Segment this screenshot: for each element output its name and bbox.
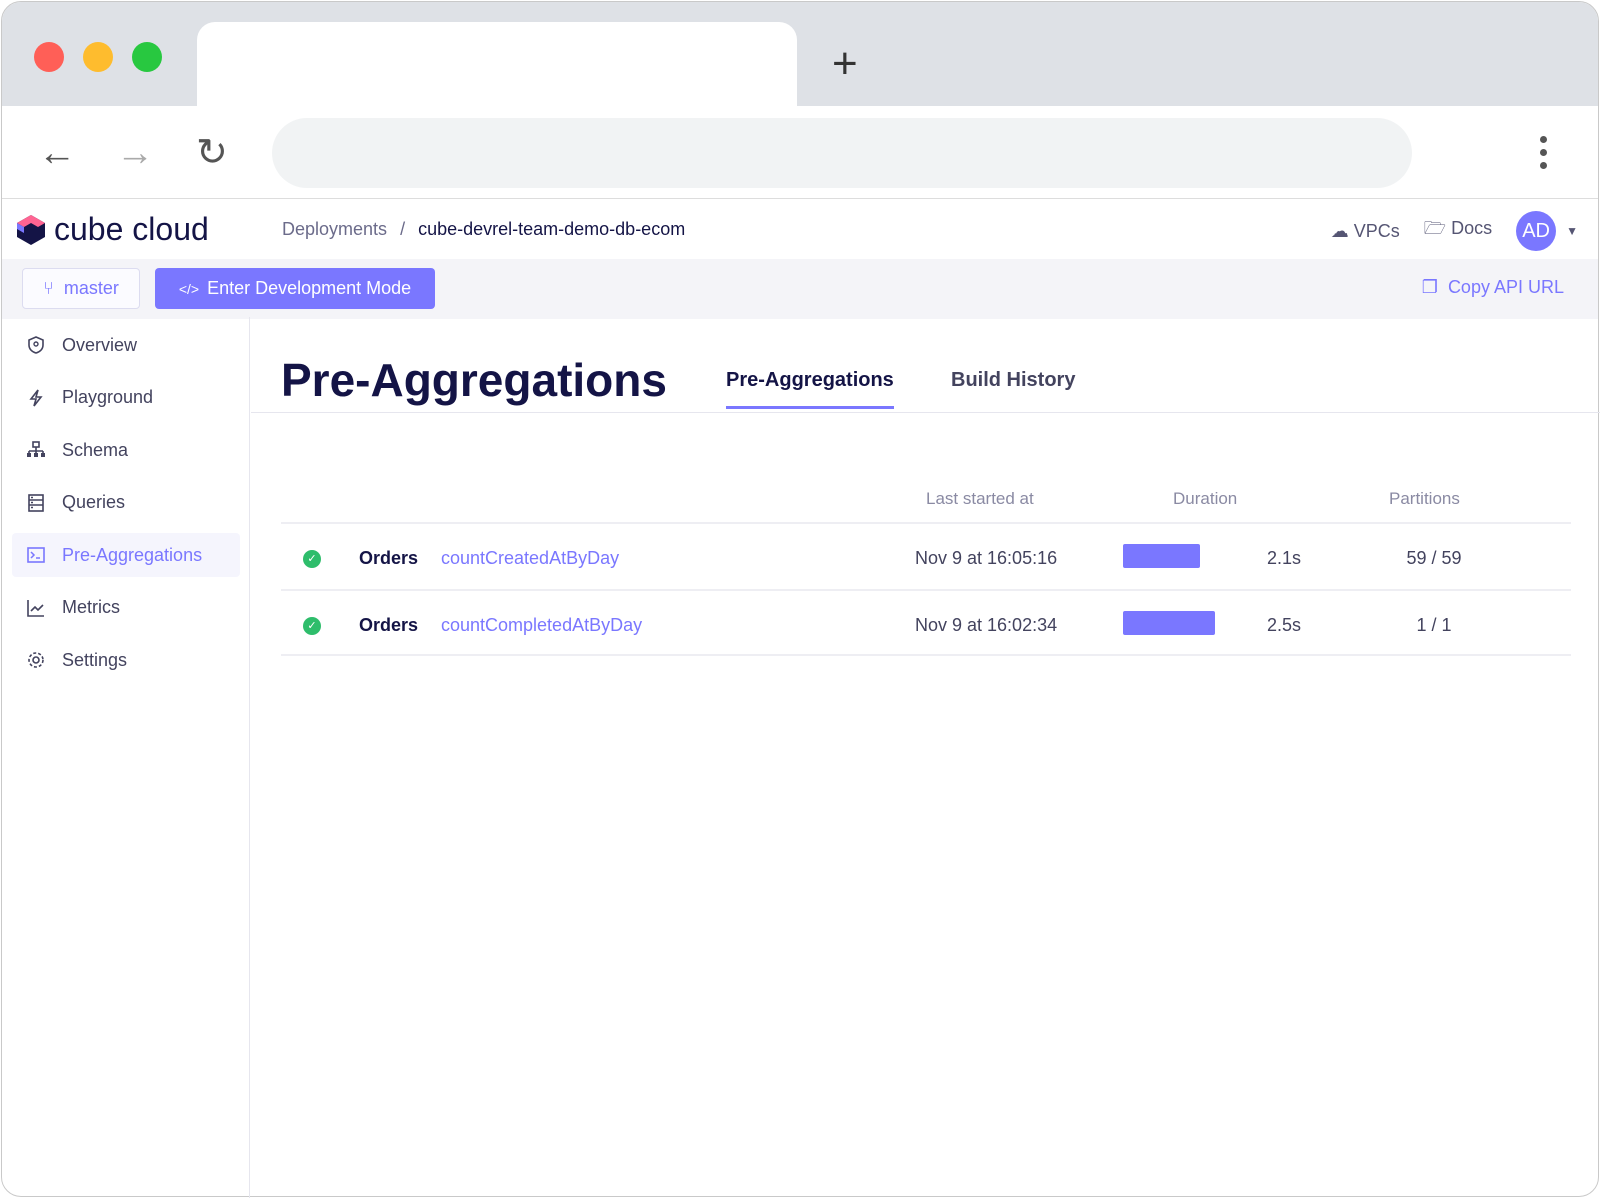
success-check-icon: ✓ [303, 617, 321, 635]
column-header-partitions[interactable]: Partitions [1389, 489, 1460, 509]
code-icon: </> [178, 280, 200, 297]
last-started-at: Nov 9 at 16:05:16 [915, 548, 1058, 568]
pre-aggregation-link[interactable]: countCompletedAtByDay [441, 615, 642, 636]
sidebar-item-label: Pre-Aggregations [62, 544, 203, 565]
logo-text: cube cloud [54, 211, 209, 247]
folder-icon: 🗁 [1423, 218, 1447, 238]
enter-development-mode-button[interactable]: </> Enter Development Mode [155, 268, 435, 309]
sidebar-item-label: Metrics [62, 597, 120, 617]
lightning-icon [29, 389, 43, 406]
forward-arrow-icon[interactable]: → [116, 134, 154, 172]
docs-link[interactable]: 🗁 Docs [1424, 216, 1492, 246]
cube-name: Orders [359, 548, 419, 568]
sidebar-item-schema[interactable]: Schema [12, 428, 240, 472]
page-tabs: Pre-Aggregations Pre-Aggregations Build … [251, 317, 1600, 413]
sidebar-item-label: Settings [62, 649, 128, 670]
list-icon [28, 493, 44, 512]
sidebar: Overview Playground Schema Queries Pre-Aggre… [0, 317, 250, 1198]
chevron-down-icon[interactable]: ▼ [1566, 224, 1578, 238]
sidebar-item-settings[interactable]: Settings [12, 638, 240, 682]
table-row[interactable]: ✓ Orders countCreatedAtByDay Nov 9 at 16:05… [281, 522, 1571, 589]
branch-selector-button[interactable]: ⑂ master [22, 268, 140, 309]
breadcrumb-deployments[interactable]: Deployments [282, 219, 387, 239]
success-check-icon: ✓ [303, 550, 321, 568]
last-started-at: Nov 9 at 16:02:34 [915, 615, 1058, 635]
sidebar-item-overview[interactable]: Overview [12, 323, 240, 367]
sidebar-item-queries[interactable]: Queries [12, 481, 240, 525]
dev-mode-label: Enter Development Mode [207, 278, 412, 298]
gear-icon [28, 652, 44, 668]
branch-label: master [63, 278, 119, 298]
cube-cloud-logo[interactable]: cube cloud [16, 211, 209, 248]
copy-api-label: Copy API URL [1447, 277, 1564, 297]
back-arrow-icon[interactable]: ← [38, 134, 76, 172]
browser-tab[interactable] [197, 22, 797, 106]
sidebar-item-label: Schema [62, 439, 129, 460]
cloud-icon: ☁ [1330, 220, 1349, 241]
reload-icon[interactable]: ↻ [196, 134, 228, 172]
copy-icon: ❐ [1421, 277, 1438, 297]
main-content: Pre-Aggregations Pre-Aggregations Build … [251, 317, 1600, 1198]
breadcrumb: Deployments / cube-devrel-team-demo-db-e… [282, 219, 685, 240]
duration-value: 2.5s [1267, 615, 1302, 635]
duration-bar [1123, 544, 1201, 568]
table-row[interactable]: ✓ Orders countCompletedAtByDay Nov 9 at 16:… [281, 589, 1571, 656]
duration-bar [1123, 611, 1215, 635]
browser-nav-bar: ← → ↻ [2, 106, 1598, 199]
sidebar-item-metrics[interactable]: Metrics [12, 586, 240, 630]
cube-name: Orders [359, 615, 419, 635]
vpcs-label: VPCs [1353, 220, 1400, 241]
deployment-toolbar: ⑂ master </> Enter Development Mode ❐ Co… [2, 259, 1598, 319]
sidebar-item-pre-aggregations[interactable]: Pre-Aggregations [12, 533, 240, 577]
avatar[interactable]: AD [1516, 211, 1557, 251]
column-header-duration[interactable]: Duration [1173, 489, 1237, 509]
partitions-value: 59 / 59 [1406, 548, 1462, 568]
copy-api-url-button[interactable]: ❐ Copy API URL [1422, 277, 1564, 298]
tab-pre-aggregations[interactable]: Pre-Aggregations [726, 369, 894, 409]
sidebar-item-label: Queries [62, 492, 126, 512]
shield-icon [28, 336, 44, 354]
cube-logo-icon [17, 214, 45, 245]
app-header: cube cloud Deployments / cube-devrel-tea… [2, 199, 1598, 259]
git-branch-icon: ⑂ [43, 278, 54, 298]
sidebar-item-label: Playground [62, 387, 154, 407]
sidebar-item-playground[interactable]: Playground [12, 376, 240, 420]
partitions-value: 1 / 1 [1416, 615, 1452, 635]
docs-label: Docs [1451, 218, 1493, 238]
sidebar-item-label: Overview [62, 334, 138, 355]
hierarchy-icon [27, 441, 45, 457]
close-window-button[interactable] [34, 42, 64, 72]
column-header-last-started[interactable]: Last started at [926, 489, 1034, 509]
pre-aggregation-link[interactable]: countCreatedAtByDay [441, 548, 619, 569]
vpcs-link[interactable]: ☁ VPCs [1331, 221, 1400, 242]
page-title: Pre-Aggregations [281, 354, 667, 406]
terminal-icon [27, 547, 45, 563]
maximize-window-button[interactable] [132, 42, 162, 72]
duration-value: 2.1s [1267, 548, 1302, 568]
user-menu[interactable]: AD ▼ [1516, 211, 1578, 251]
address-bar[interactable] [272, 118, 1412, 188]
breadcrumb-separator: / [400, 219, 406, 239]
breadcrumb-current: cube-devrel-team-demo-db-ecom [418, 219, 686, 239]
tab-build-history[interactable]: Build History [951, 369, 1075, 406]
chart-icon [27, 599, 44, 617]
minimize-window-button[interactable] [83, 42, 113, 72]
browser-tab-bar: + [2, 2, 1598, 106]
browser-menu-icon[interactable] [1540, 136, 1548, 175]
new-tab-plus-icon[interactable]: + [832, 42, 858, 86]
